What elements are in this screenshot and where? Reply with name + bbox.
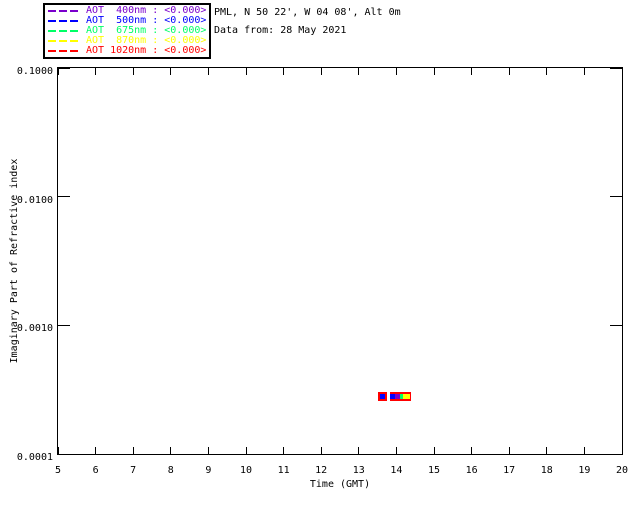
y-tick <box>58 324 70 326</box>
x-tick <box>95 447 97 454</box>
x-tick-label: 17 <box>503 465 516 476</box>
x-tick <box>358 447 360 454</box>
legend-dash <box>48 40 56 42</box>
legend-dash <box>70 20 78 22</box>
x-tick <box>57 68 59 75</box>
data-point-marker <box>394 393 400 399</box>
x-tick-label: 13 <box>352 465 365 476</box>
x-tick <box>583 68 585 75</box>
legend-item-label: AOT 1020nm : <0.000> <box>86 45 207 56</box>
x-tick <box>433 68 435 75</box>
x-tick <box>170 68 172 75</box>
legend-item-1020nm: AOT 1020nm : <0.000> <box>48 46 207 56</box>
x-tick <box>320 447 322 454</box>
y-tick-label: 0.0001 <box>16 452 53 463</box>
legend-dash <box>48 50 56 52</box>
plot-area <box>57 67 623 455</box>
legend-dash <box>70 50 78 52</box>
x-tick <box>546 447 548 454</box>
x-tick <box>621 68 623 75</box>
legend-line-sample <box>48 30 81 32</box>
x-tick <box>245 68 247 75</box>
x-tick-label: 14 <box>390 465 403 476</box>
legend-line-sample <box>48 10 81 12</box>
legend-line-sample <box>48 20 81 22</box>
screenshot-root: { "header": { "location_line": "PML, N 5… <box>0 0 640 512</box>
legend: AOT 400nm : <0.000> AOT 500nm : <0.000> AO… <box>43 3 211 59</box>
legend-dash <box>59 40 67 42</box>
x-tick-label: 18 <box>540 465 553 476</box>
y-tick <box>610 196 622 198</box>
legend-line-sample <box>48 40 81 42</box>
x-tick-label: 8 <box>167 465 174 476</box>
x-tick <box>245 447 247 454</box>
x-tick <box>508 68 510 75</box>
x-tick <box>508 447 510 454</box>
x-tick-label: 19 <box>578 465 591 476</box>
legend-dash <box>48 20 56 22</box>
legend-dash <box>59 30 67 32</box>
legend-dash <box>70 30 78 32</box>
x-tick-label: 11 <box>277 465 290 476</box>
legend-dash <box>59 10 67 12</box>
y-tick <box>610 453 622 455</box>
x-tick <box>170 447 172 454</box>
x-tick <box>433 447 435 454</box>
x-tick <box>283 68 285 75</box>
legend-dash <box>48 30 56 32</box>
y-tick-label: 0.0010 <box>16 323 53 335</box>
x-tick <box>471 447 473 454</box>
y-axis-title: Imaginary Part of Refractive index <box>9 158 20 364</box>
header-date: Data from: 28 May 2021 <box>214 25 347 36</box>
x-tick <box>395 447 397 454</box>
x-tick <box>395 68 397 75</box>
x-tick <box>207 68 209 75</box>
x-tick <box>471 68 473 75</box>
data-point-marker <box>380 393 386 399</box>
y-tick <box>610 67 622 69</box>
x-tick <box>583 447 585 454</box>
legend-dash <box>59 20 67 22</box>
x-tick-label: 7 <box>130 465 137 476</box>
x-tick <box>132 447 134 454</box>
x-tick-label: 10 <box>239 465 253 476</box>
y-tick <box>610 324 622 326</box>
x-tick-label: 6 <box>92 465 99 476</box>
y-tick-label: 0.1000 <box>16 66 53 77</box>
header-location: PML, N 50 22', W 04 08', Alt 0m <box>214 7 401 18</box>
x-tick <box>546 68 548 75</box>
y-tick-label: 0.0100 <box>16 194 53 206</box>
x-tick-label: 15 <box>427 465 441 476</box>
x-tick <box>132 68 134 75</box>
x-axis-title: Time (GMT) <box>309 479 371 490</box>
legend-dash <box>59 50 67 52</box>
x-tick <box>358 68 360 75</box>
x-tick <box>207 447 209 454</box>
x-tick-label: 5 <box>54 465 62 476</box>
y-tick <box>58 196 70 198</box>
data-point-marker <box>405 393 411 399</box>
x-tick-label: 12 <box>315 465 328 476</box>
x-tick-label: 16 <box>465 465 478 476</box>
legend-dash <box>70 40 78 42</box>
x-tick <box>95 68 97 75</box>
legend-line-sample <box>48 50 81 52</box>
legend-dash <box>48 10 56 12</box>
x-tick-label: 9 <box>205 465 212 476</box>
y-tick <box>58 453 70 455</box>
legend-dash <box>70 10 78 12</box>
x-tick <box>283 447 285 454</box>
x-tick-label: 20 <box>615 465 629 476</box>
y-tick <box>58 67 70 69</box>
x-tick <box>320 68 322 75</box>
